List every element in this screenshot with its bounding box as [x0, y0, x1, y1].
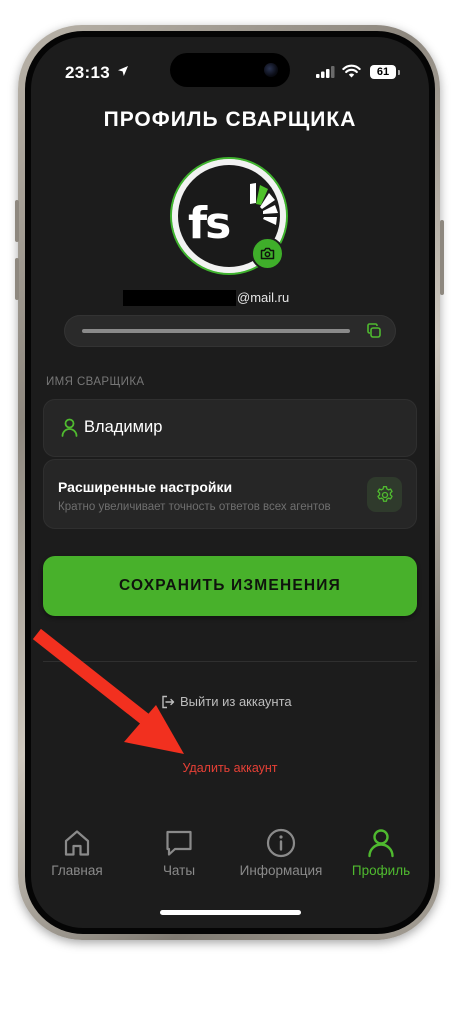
save-changes-button[interactable]: СОХРАНИТЬ ИЗМЕНЕНИЯ	[43, 556, 417, 616]
advanced-settings-row[interactable]: Расширенные настройки Кратно увеличивает…	[43, 459, 417, 529]
name-value: Владимир	[84, 418, 163, 436]
avatar-logo-text: fs	[188, 198, 230, 249]
app-screen: 23:13 61 ПРОФИЛЬ СВАРЩИКА fs @mail.ru ИМ…	[31, 37, 429, 928]
name-section-label: ИМЯ СВАРЩИКА	[46, 376, 145, 388]
tab-chats[interactable]: Чаты	[134, 827, 224, 878]
page-title: ПРОФИЛЬ СВАРЩИКА	[103, 108, 357, 131]
logout-icon	[162, 695, 175, 708]
tab-info[interactable]: Информация	[236, 827, 326, 878]
battery-icon: 61	[370, 65, 396, 79]
email-redaction	[123, 290, 236, 306]
gear-icon	[376, 485, 393, 502]
camera-icon	[260, 247, 275, 260]
delete-account-button[interactable]: Удалить аккаунт	[31, 761, 429, 775]
status-time: 23:13	[65, 63, 110, 82]
name-input[interactable]: Владимир	[43, 399, 417, 457]
tab-info-label: Информация	[239, 863, 323, 878]
copy-icon[interactable]	[366, 323, 382, 339]
logout-button[interactable]: Выйти из аккаунта	[161, 694, 292, 709]
advanced-settings-subtitle: Кратно увеличивает точность ответов всех…	[58, 501, 331, 513]
chat-icon	[166, 830, 192, 856]
logout-label: Выйти из аккаунта	[180, 694, 292, 709]
profile-icon	[368, 829, 394, 858]
dynamic-island	[170, 53, 290, 87]
location-arrow-icon	[118, 66, 128, 76]
token-value-masked	[82, 329, 350, 333]
advanced-settings-button[interactable]	[367, 477, 402, 512]
tab-bar: Главная Чаты Информация Профиль	[31, 827, 429, 897]
tab-home-label: Главная	[51, 863, 103, 878]
wifi-icon	[342, 64, 361, 78]
battery-tip	[398, 70, 400, 75]
advanced-settings-title: Расширенные настройки	[58, 479, 233, 495]
tab-profile[interactable]: Профиль	[336, 827, 426, 878]
token-field	[64, 315, 396, 347]
info-icon	[266, 828, 296, 858]
home-icon	[64, 830, 90, 856]
tab-chats-label: Чаты	[162, 863, 196, 878]
phone-side-button	[440, 220, 444, 295]
cellular-signal-icon	[316, 66, 335, 78]
home-indicator[interactable]	[160, 910, 301, 915]
user-icon	[61, 418, 78, 437]
change-photo-button[interactable]	[251, 237, 284, 270]
phone-side-button	[15, 258, 19, 300]
phone-side-button	[15, 200, 19, 242]
tab-profile-label: Профиль	[351, 863, 411, 878]
divider	[43, 661, 417, 662]
tab-home[interactable]: Главная	[32, 827, 122, 878]
email-suffix: @mail.ru	[237, 290, 290, 305]
